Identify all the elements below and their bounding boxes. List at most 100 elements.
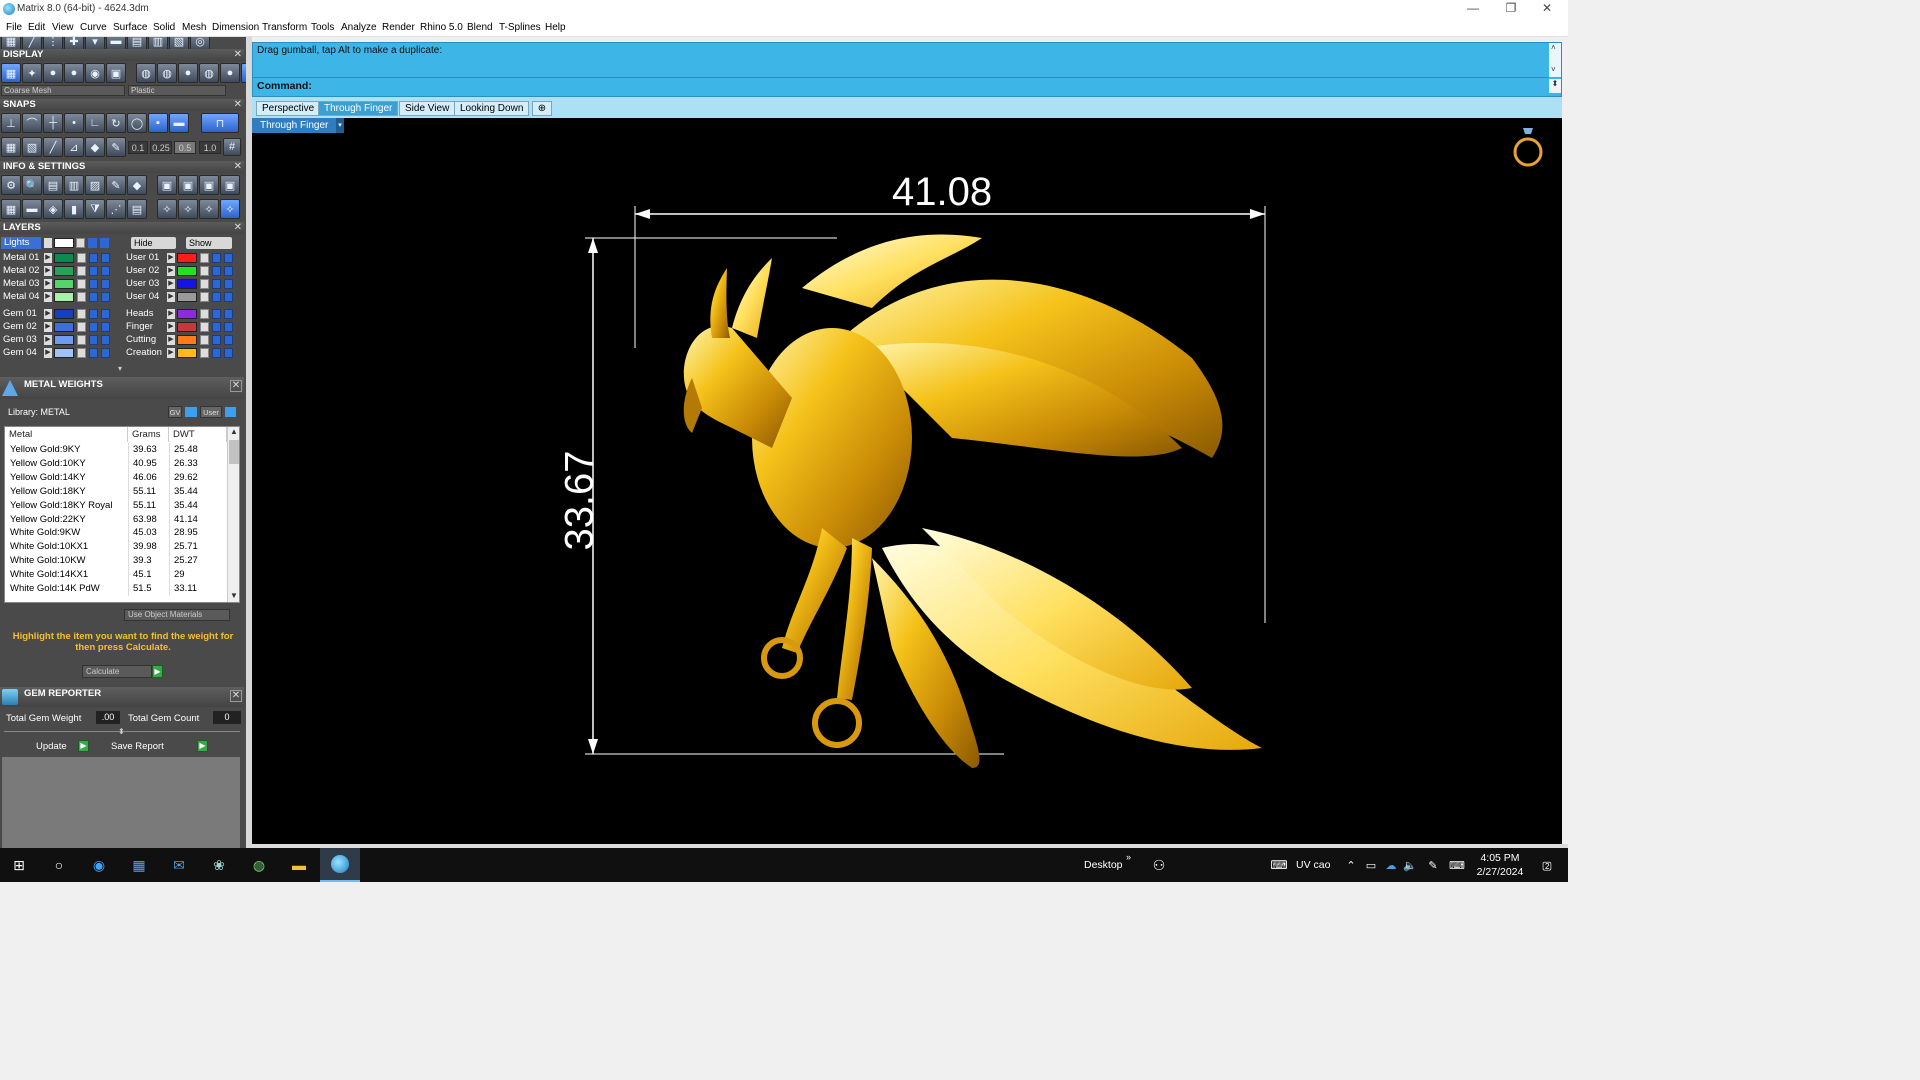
layer-arrow-icon[interactable]: ▶ — [44, 253, 52, 263]
snap-grid-icon[interactable]: ▪ — [148, 113, 168, 133]
lock-icon[interactable] — [200, 292, 209, 302]
lock-icon[interactable] — [200, 309, 209, 319]
visibility-icon[interactable] — [101, 292, 110, 302]
visibility-icon[interactable] — [224, 335, 233, 345]
snap-icon[interactable]: ▧ — [22, 137, 42, 157]
snap-cen-icon[interactable]: ◯ — [127, 113, 147, 133]
rendered-sphere-icon[interactable]: ● — [43, 63, 63, 83]
tab-side-view[interactable]: Side View — [399, 101, 456, 116]
windows-start-icon[interactable]: ⊞ — [8, 855, 30, 875]
layer-arrow-icon[interactable]: ▶ — [167, 322, 175, 332]
scroll-up-icon[interactable]: ▲ — [229, 427, 239, 437]
material-sphere-icon[interactable]: ● — [178, 63, 198, 83]
lock-icon[interactable] — [200, 335, 209, 345]
column-header-dwt[interactable]: DWT — [169, 427, 227, 442]
lock-icon[interactable] — [77, 279, 86, 289]
table-row[interactable]: Yellow Gold:18KY Royal 55.11 35.44 — [5, 498, 227, 513]
layers-icon[interactable]: ▤ — [43, 175, 63, 195]
snap-value[interactable]: 0.5 — [174, 141, 196, 154]
zoom-icon[interactable]: 🔍 — [22, 175, 42, 195]
material-sphere-icon[interactable]: ◍ — [136, 63, 156, 83]
input-language[interactable]: UV cao — [1296, 859, 1330, 871]
visibility-icon[interactable] — [101, 309, 110, 319]
layer-row[interactable]: User 02 ▶ — [123, 265, 235, 277]
save-icon[interactable]: ▨ — [85, 175, 105, 195]
lock-icon[interactable] — [77, 322, 86, 332]
snap-planar-icon[interactable]: ⊓ — [201, 113, 239, 133]
tool-icon[interactable]: ✧ — [178, 199, 198, 219]
visibility-icon[interactable] — [101, 335, 110, 345]
close-icon[interactable]: ✕ — [234, 99, 242, 111]
history-scrollbar[interactable]: ˄ ˅ — [1549, 43, 1561, 77]
visibility-icon[interactable] — [89, 292, 98, 302]
snap-value[interactable]: 1.0 — [199, 141, 221, 154]
visibility-icon[interactable] — [224, 348, 233, 358]
menu-rhino[interactable]: Rhino 5.0 — [420, 22, 463, 33]
user-button[interactable] — [225, 407, 236, 417]
lights-layer[interactable]: Lights — [1, 237, 41, 249]
layer-arrow-icon[interactable]: ▶ — [167, 335, 175, 345]
edit-icon[interactable]: ✎ — [106, 175, 126, 195]
edge-browser-icon[interactable]: ◉ — [88, 855, 110, 875]
column-header-metal[interactable]: Metal — [5, 427, 128, 442]
scroll-up-icon[interactable]: ˄ — [1551, 43, 1556, 52]
expand-icon[interactable]: ▾ — [118, 365, 126, 373]
snap-icon[interactable]: ⊿ — [64, 137, 84, 157]
snap-ortho-icon[interactable]: ▬ — [169, 113, 189, 133]
command-input[interactable] — [323, 79, 1543, 93]
visibility-icon[interactable] — [89, 266, 98, 276]
table-row[interactable]: White Gold:14K PdW 51.5 33.11 — [5, 582, 227, 596]
lock-icon[interactable] — [76, 238, 85, 248]
table-row[interactable]: Yellow Gold:14KY 46.06 29.62 — [5, 470, 227, 485]
layer-color-swatch[interactable] — [54, 292, 74, 302]
phoenix-model[interactable] — [622, 228, 1282, 768]
layer-row[interactable]: Metal 01 ▶ — [0, 252, 112, 264]
layer-row[interactable]: Gem 02 ▶ — [0, 321, 112, 333]
table-row[interactable]: Yellow Gold:22KY 63.98 41.14 — [5, 512, 227, 527]
tool-icon[interactable]: ▤ — [127, 199, 147, 219]
layer-color-swatch[interactable] — [54, 322, 74, 332]
tool-icon[interactable]: ▦ — [1, 199, 21, 219]
rhino-icon[interactable]: ❀ — [208, 855, 230, 875]
tool-icon[interactable]: ▣ — [220, 175, 240, 195]
people-icon[interactable]: ⚇ — [1148, 855, 1170, 875]
column-header-grams[interactable]: Grams — [128, 427, 169, 442]
mesh-combo[interactable]: Coarse Mesh — [1, 85, 125, 96]
show-button[interactable]: Show — [186, 237, 232, 249]
lock-icon[interactable] — [77, 348, 86, 358]
menu-help[interactable]: Help — [545, 22, 566, 33]
lock-icon[interactable] — [77, 266, 86, 276]
keyboard-icon[interactable]: ⌨ — [1268, 855, 1290, 875]
lock-icon[interactable] — [77, 253, 86, 263]
snap-near-icon[interactable]: ⌒ — [22, 113, 42, 133]
menu-mesh[interactable]: Mesh — [182, 22, 206, 33]
snap-tan-icon[interactable]: ↻ — [106, 113, 126, 133]
pen-icon[interactable]: ✎ — [1422, 855, 1444, 875]
matrix-taskbar-item[interactable] — [320, 848, 360, 882]
table-row[interactable]: White Gold:9KW 45.03 28.95 — [5, 526, 227, 541]
menu-view[interactable]: View — [52, 22, 74, 33]
layer-color-swatch[interactable] — [54, 266, 74, 276]
layer-arrow-icon[interactable]: ▶ — [44, 292, 52, 302]
table-row[interactable]: Yellow Gold:18KY 55.11 35.44 — [5, 484, 227, 499]
settings-icon[interactable]: ⚙ — [1, 175, 21, 195]
menu-analyze[interactable]: Analyze — [341, 22, 377, 33]
tool-icon[interactable]: ▮ — [64, 199, 84, 219]
clock-time[interactable]: 4:05 PM — [1478, 852, 1522, 864]
layer-arrow-icon[interactable]: ▶ — [44, 266, 52, 276]
snap-mid-icon[interactable]: • — [64, 113, 84, 133]
close-icon[interactable]: ✕ — [230, 380, 242, 392]
visibility-icon[interactable] — [212, 266, 221, 276]
chevron-up-icon[interactable]: ⌃ — [1340, 855, 1362, 875]
wireframe-icon[interactable]: ▦ — [1, 63, 21, 83]
shaded-icon[interactable]: ✦ — [22, 63, 42, 83]
layer-color-swatch[interactable] — [177, 335, 197, 345]
visibility-icon[interactable] — [212, 292, 221, 302]
table-row[interactable]: Yellow Gold:9KY 39.63 25.48 — [5, 443, 227, 457]
add-viewport-icon[interactable]: ⊕ — [532, 101, 552, 116]
visibility-icon[interactable] — [212, 279, 221, 289]
layer-color-swatch[interactable] — [54, 335, 74, 345]
snap-perp-icon[interactable]: ∟ — [85, 113, 105, 133]
layer-arrow-icon[interactable]: ▶ — [44, 348, 52, 358]
visibility-icon[interactable] — [101, 322, 110, 332]
